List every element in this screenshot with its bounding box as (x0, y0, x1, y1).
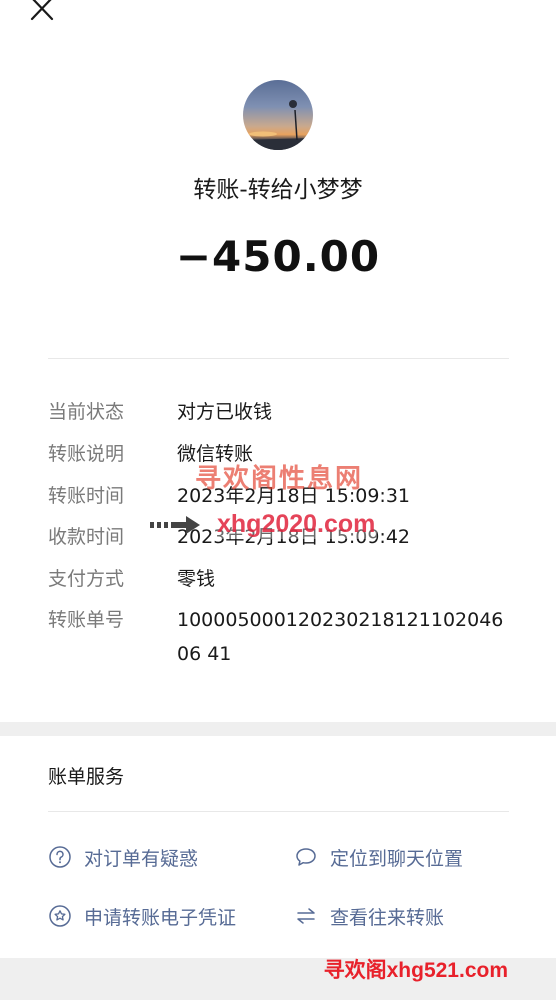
detail-label: 收款时间 (48, 526, 125, 548)
close-icon (30, 0, 54, 21)
service-label: 查看往来转账 (330, 906, 445, 929)
detail-label: 当前状态 (48, 401, 125, 423)
detail-value: 零钱 (177, 568, 216, 590)
transfer-title: 转账-转给小梦梦 (193, 177, 363, 203)
detail-label: 转账说明 (48, 443, 125, 465)
arrow-watermark-icon (150, 516, 200, 534)
detail-label: 转账单号 (48, 609, 125, 631)
service-locate-chat[interactable]: 定位到聊天位置 (294, 843, 463, 871)
avatar-image (243, 100, 313, 150)
swap-arrows-icon (294, 904, 318, 928)
watermark-text: 寻欢阁性息网 (195, 464, 364, 494)
chat-bubble-icon (294, 845, 318, 869)
detail-value: 对方已收钱 (177, 401, 273, 423)
divider (48, 811, 509, 812)
service-request-voucher[interactable]: 申请转账电子凭证 (48, 902, 236, 930)
service-label: 对订单有疑惑 (84, 847, 199, 870)
question-icon (48, 845, 72, 869)
avatar[interactable] (243, 80, 313, 150)
service-order-question[interactable]: 对订单有疑惑 (48, 843, 198, 871)
order-number-value[interactable]: 10000500012023021812110204606 41 (177, 603, 507, 671)
service-label: 定位到聊天位置 (330, 847, 464, 870)
badge-star-icon (48, 904, 72, 928)
detail-label: 转账时间 (48, 485, 125, 507)
service-view-transfers[interactable]: 查看往来转账 (294, 902, 444, 930)
service-label: 申请转账电子凭证 (84, 906, 237, 929)
close-button[interactable] (26, 0, 58, 24)
detail-label: 支付方式 (48, 568, 125, 590)
services-title: 账单服务 (48, 766, 125, 788)
section-separator (0, 722, 556, 736)
transfer-amount: −450.00 (175, 232, 381, 281)
divider (48, 358, 509, 359)
watermark-url: xhg2020.com (215, 510, 378, 539)
watermark-bottom: 寻欢阁xhg521.com (323, 959, 508, 982)
